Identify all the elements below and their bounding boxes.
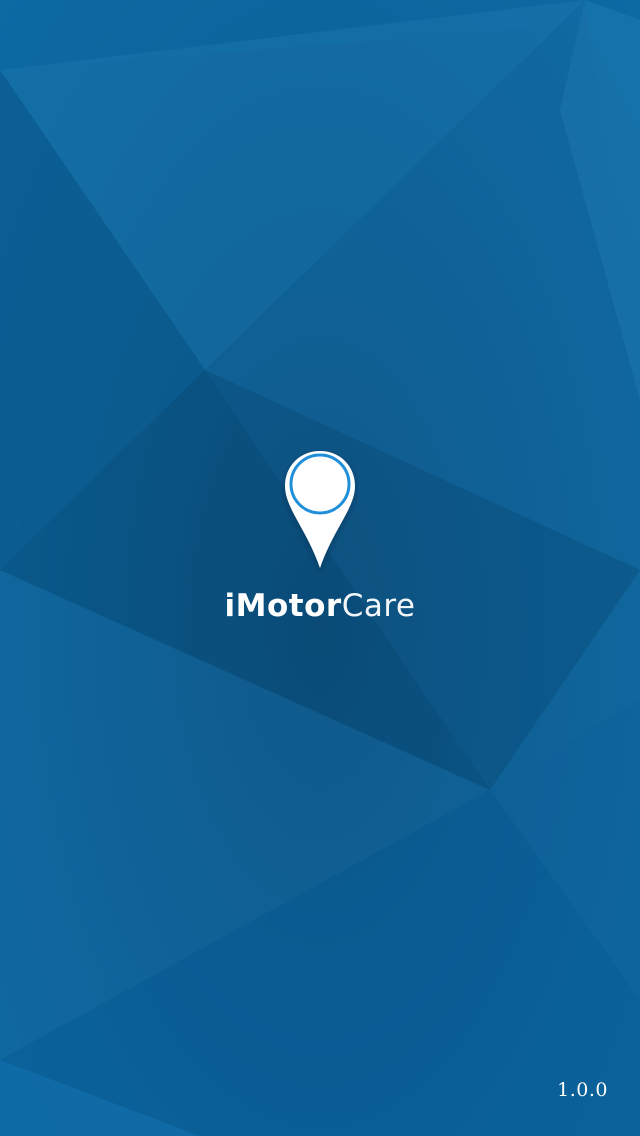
version-label: 1.0.0	[557, 1079, 608, 1101]
app-logo: iMotorCare	[0, 448, 640, 624]
app-name-light: Care	[341, 588, 416, 624]
splash-screen: iMotorCare 1.0.0	[0, 0, 640, 1136]
location-pin-icon	[285, 451, 355, 568]
app-name: iMotorCare	[225, 588, 416, 624]
app-name-bold: iMotor	[224, 588, 342, 624]
